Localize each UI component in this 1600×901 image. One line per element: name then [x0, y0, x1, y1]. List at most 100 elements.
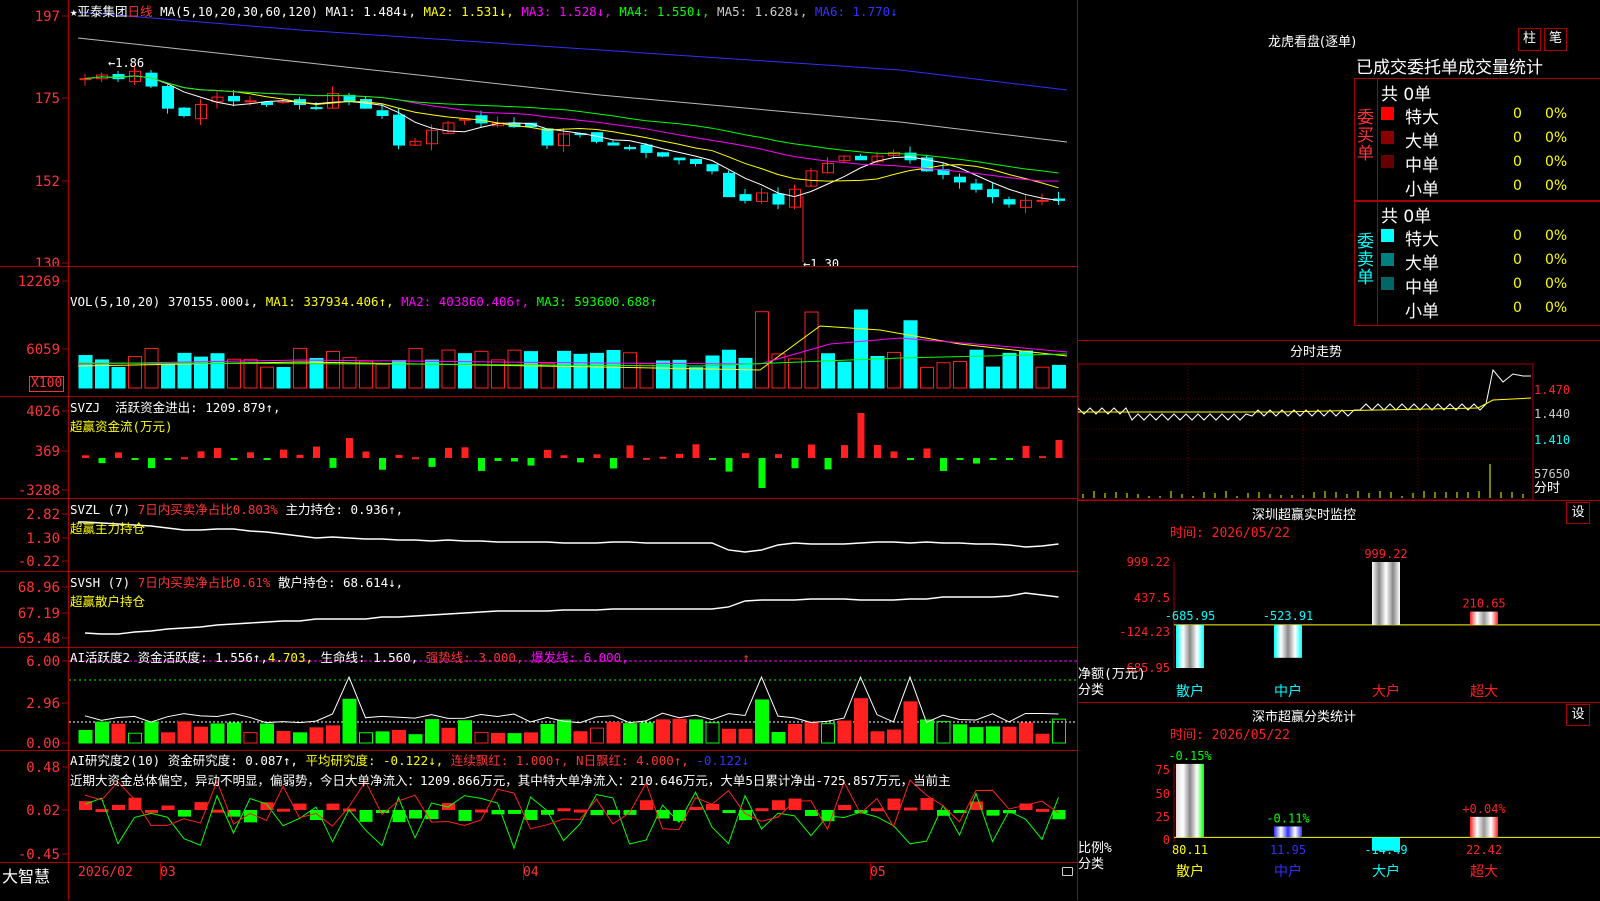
- classify-title: 深市超赢分类统计: [1252, 710, 1357, 725]
- flow-bar: [824, 458, 832, 470]
- research-bar: [458, 810, 472, 821]
- volume-bar: [342, 357, 357, 389]
- volume-bar: [111, 366, 126, 389]
- flow-bar: [973, 458, 980, 464]
- flow-bar: [230, 458, 238, 460]
- activity-bar: [788, 723, 802, 744]
- bar-mode-button[interactable]: 柱: [1518, 28, 1541, 51]
- candle-body: [987, 189, 999, 198]
- price-pane[interactable]: 197 175 152 130 ←1.86 ←1.30 ★亚泰集团日线 MA(5,10,2…: [0, 0, 1077, 272]
- y-tick-label: 6.00: [26, 654, 60, 670]
- intraday-ytick: 1.440: [1534, 407, 1570, 421]
- volume-bar: [606, 349, 621, 389]
- research-bar: [211, 809, 224, 813]
- flow-bar: [544, 449, 551, 458]
- volume-unit-badge[interactable]: X100: [29, 376, 65, 392]
- monitor-settings-button[interactable]: 设: [1566, 502, 1590, 524]
- sell-order-section: 委卖单 共 0单 特大 0 0% 大单 0 0% 中单 0 0% 小单 0 0%: [1354, 200, 1600, 326]
- buy-value: 0: [1513, 106, 1522, 122]
- volume-bar: [260, 366, 274, 389]
- buy-pct: 0%: [1545, 106, 1568, 122]
- volume-bar: [656, 360, 670, 389]
- flow-bar: [1006, 458, 1013, 460]
- activity-bar: [260, 723, 274, 744]
- svzj-pane[interactable]: 4026 369 -3288 SVZJ 活跃资金进出: 1209.879↑, 超赢资金…: [0, 396, 1077, 499]
- research-bar: [112, 804, 125, 810]
- volume-bar: [870, 355, 885, 389]
- research-bar: [161, 805, 175, 810]
- chart-ytick: 25: [1156, 810, 1170, 824]
- activity-bar: [375, 731, 390, 744]
- bar-value-label: 999.22: [1364, 547, 1407, 561]
- sell-row: 大单 0 0%: [1381, 249, 1600, 274]
- buy-value: 0: [1513, 154, 1522, 170]
- volume-pane[interactable]: 12269 6059 VOL(5,10,20) 370155.000↓, MA1:…: [0, 266, 1077, 397]
- volume-bar: [1019, 350, 1033, 389]
- realtime-monitor-panel[interactable]: 深圳超赢实时监控 设 时间: 2026/05/22 999.22 437.5 -124…: [1078, 500, 1600, 703]
- activity-bar: [557, 719, 571, 744]
- brand-logo[interactable]: 大智慧: [2, 863, 50, 887]
- svsh-header: SVSH (7) 7日内买卖净占比0.61% 散户持仓: 68.614↓, 超赢散…: [70, 575, 404, 609]
- svsh-pane[interactable]: 68.96 67.19 65.48 SVSH (7) 7日内买卖净占比0.61% 散…: [0, 571, 1077, 648]
- intraday-ytick: 1.470: [1534, 383, 1570, 397]
- activity-bar: [1019, 722, 1033, 744]
- flow-bar: [725, 458, 733, 472]
- longhu-panel[interactable]: 龙虎看盘(逐单) 柱 笔 已成交委托单成交量统计 委买单 共 0单 特大 0 0% 大…: [1078, 0, 1600, 341]
- intraday-chart[interactable]: 1.470 1.440 1.410 57650分时: [1078, 362, 1600, 500]
- volume-bar: [573, 353, 588, 389]
- flow-bar: [659, 456, 667, 459]
- activity-bar: [408, 734, 423, 744]
- bar-category-label: 中户: [1274, 683, 1302, 700]
- pen-mode-button[interactable]: 笔: [1544, 28, 1567, 51]
- intraday-frame: [1078, 363, 1534, 500]
- volume-bar: [491, 359, 505, 389]
- volume-bar: [1035, 366, 1050, 389]
- y-tick-label: 67.19: [18, 606, 60, 622]
- candlestick-chart[interactable]: 197 175 152 130 ←1.86 ←1.30: [0, 0, 1077, 272]
- sell-pct: 0%: [1545, 300, 1568, 316]
- volume-bar: [755, 311, 769, 389]
- activity-bar: [606, 722, 621, 744]
- volume-bar: [359, 360, 373, 389]
- svzl-pane[interactable]: 2.82 1.30 -0.22 SVZL (7) 7日内买卖净占比0.803% 主力…: [0, 498, 1077, 572]
- classify-settings-button[interactable]: 设: [1566, 704, 1590, 726]
- volume-bar: [1052, 364, 1066, 389]
- volume-bar: [309, 357, 324, 389]
- y-tick-label: 369: [35, 444, 60, 460]
- y-tick-label: -0.45: [18, 847, 60, 862]
- volume-bar: [854, 309, 868, 389]
- sell-label: 中单: [1405, 278, 1439, 298]
- flow-bar: [82, 455, 89, 458]
- y-tick-label: -3288: [18, 483, 60, 498]
- color-swatch: [1381, 277, 1394, 290]
- volume-bar: [788, 358, 802, 389]
- chart-time: 时间: 2026/05/22: [1170, 526, 1290, 541]
- activity-bar: [441, 727, 456, 744]
- candle-body: [178, 107, 191, 117]
- monitor-bar-chart[interactable]: 时间: 2026/05/22999.22437.5-124.23-685.95净…: [1078, 522, 1600, 702]
- buy-row: 中单 0 0%: [1381, 151, 1600, 176]
- bar-value-label: 80.11: [1172, 843, 1208, 857]
- classify-bar-chart[interactable]: 时间: 2026/05/22 75 50 25 0 比例%分类 80.11 -0.15% 散户 1…: [1078, 724, 1600, 900]
- intraday-panel[interactable]: 分时走势 1.470 1.440 1.410 57650 分时: [1078, 340, 1600, 501]
- classify-panel[interactable]: 深市超赢分类统计 设 时间: 2026/05/22 75 50 25 0 比例% 分类 80.…: [1078, 702, 1600, 900]
- research-bar: [986, 810, 1000, 816]
- kline-chart-area[interactable]: 197 175 152 130 ←1.86 ←1.30 ★亚泰集团日线 MA(5,10,2…: [0, 0, 1078, 900]
- research-bar: [871, 808, 884, 812]
- volume-bar: [672, 359, 687, 389]
- ai-research-pane[interactable]: 0.48 0.02 -0.45 AI研究度2(10) 资金研究度: 0.087↑, …: [0, 750, 1077, 863]
- ai-activity-pane[interactable]: 6.00 2.96 0.00 AI活跃度2 资金活跃度: 1.556↑,4.703,…: [0, 647, 1077, 752]
- activity-bar: [854, 698, 868, 744]
- activity-bar: [276, 730, 291, 744]
- intraday-ytick: 1.410: [1534, 433, 1570, 447]
- activity-bar: [771, 731, 786, 744]
- activity-bar: [128, 732, 142, 744]
- lock-icon[interactable]: [1062, 867, 1073, 876]
- activity-bar: [524, 732, 538, 744]
- volume-bar: [474, 350, 489, 389]
- price-header: ★亚泰集团日线 MA(5,10,20,30,60,120) MA1: 1.484…: [70, 4, 898, 19]
- volume-bar: [210, 353, 225, 389]
- volume-chart[interactable]: 12269 6059: [0, 266, 1077, 396]
- flow-bar: [197, 451, 205, 458]
- y-tick-label: 68.96: [18, 580, 60, 596]
